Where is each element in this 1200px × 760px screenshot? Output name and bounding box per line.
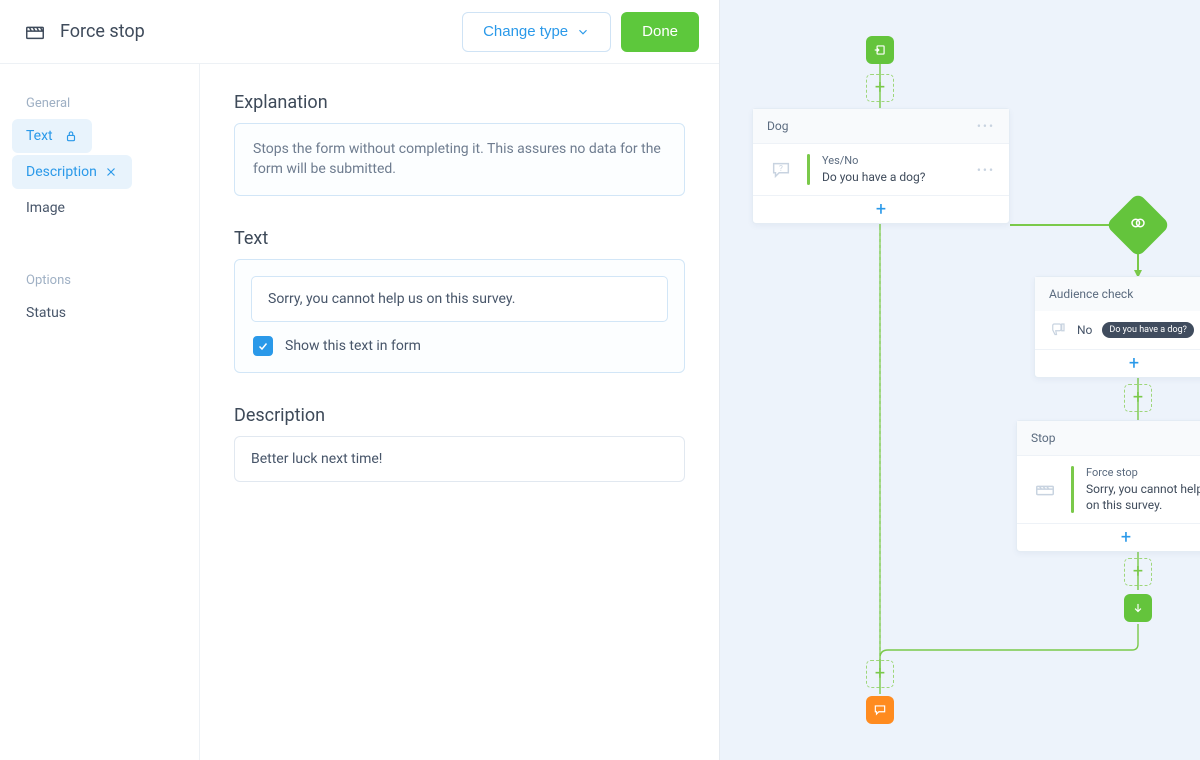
accent-line: [1071, 466, 1074, 513]
more-icon[interactable]: •••: [977, 163, 995, 177]
editor-content: Explanation Stops the form without compl…: [200, 64, 719, 760]
flow-canvas[interactable]: + Dog ••• ? Yes/No Do you have a dog? ••…: [720, 0, 1200, 760]
flow-node-body[interactable]: Force stop Sorry, you cannot help us on …: [1017, 456, 1200, 523]
thumbs-down-icon: [1049, 321, 1067, 339]
change-type-button[interactable]: Change type: [462, 12, 611, 52]
more-icon[interactable]: •••: [977, 119, 995, 133]
explanation-label: Explanation: [234, 92, 685, 113]
sidebar-item-label: Status: [26, 305, 66, 321]
sidebar-group-options: Options: [12, 265, 187, 296]
flow-node-body[interactable]: ? Yes/No Do you have a dog? •••: [753, 144, 1009, 195]
flow-add-slot[interactable]: +: [866, 660, 894, 688]
flow-node-type: Yes/No: [822, 154, 965, 169]
editor-header: Force stop Change type Done: [0, 0, 719, 64]
plus-icon: +: [875, 79, 885, 97]
flow-end-node[interactable]: [866, 696, 894, 724]
text-label: Text: [234, 228, 685, 249]
flow-node-add[interactable]: +: [1017, 523, 1200, 551]
page-title: Force stop: [60, 21, 462, 42]
condition-pill: Do you have a dog?: [1102, 322, 1194, 338]
done-button[interactable]: Done: [621, 12, 699, 52]
chevron-down-icon: [576, 25, 590, 39]
plus-icon: +: [876, 201, 886, 219]
flow-start-node[interactable]: [866, 36, 894, 64]
close-icon[interactable]: [104, 165, 118, 179]
flow-node-add[interactable]: +: [753, 195, 1009, 223]
sidebar-item-label: Text: [26, 128, 53, 144]
condition-no-label: No: [1077, 323, 1092, 337]
flow-add-slot[interactable]: +: [1124, 558, 1152, 586]
change-type-label: Change type: [483, 23, 568, 40]
show-in-form-label: Show this text in form: [285, 338, 421, 354]
checkbox-checked-icon[interactable]: [253, 336, 273, 356]
flow-node-title: Dog: [767, 119, 788, 133]
description-input[interactable]: Better luck next time!: [234, 436, 685, 482]
flow-node-title: Stop: [1031, 431, 1056, 445]
sidebar-item-label: Description: [26, 164, 97, 180]
svg-text:?: ?: [779, 163, 783, 173]
branch-icon: [1129, 214, 1147, 236]
explanation-card: Stops the form without completing it. Th…: [234, 123, 685, 196]
sidebar-item-label: Image: [26, 200, 65, 216]
flow-continue-node[interactable]: [1124, 594, 1152, 622]
app-root: Force stop Change type Done General Text…: [0, 0, 1200, 760]
flow-node-text: Force stop Sorry, you cannot help us on …: [1086, 466, 1200, 513]
flow-node-head: Stop: [1017, 421, 1200, 456]
flow-node-title: Audience check: [1049, 287, 1133, 301]
flow-add-slot[interactable]: +: [1124, 384, 1152, 412]
text-card: Sorry, you cannot help us on this survey…: [234, 259, 685, 373]
text-input[interactable]: Sorry, you cannot help us on this survey…: [251, 276, 668, 322]
arrow-down-icon: [1131, 601, 1145, 615]
show-in-form-row[interactable]: Show this text in form: [251, 336, 668, 356]
flow-condition-row[interactable]: No Do you have a dog?: [1035, 311, 1200, 349]
flow-node-type: Force stop: [1086, 466, 1200, 481]
flow-node-head: Audience check: [1035, 277, 1200, 311]
sidebar-item-text[interactable]: Text: [12, 119, 92, 153]
editor-pane: Force stop Change type Done General Text…: [0, 0, 720, 760]
lock-icon: [64, 129, 78, 143]
editor-sidebar: General Text Description Image Options S…: [0, 64, 200, 760]
done-label: Done: [642, 23, 678, 40]
flow-node-add[interactable]: +: [1035, 349, 1200, 377]
flow-node-question: Do you have a dog?: [822, 169, 965, 185]
flow-node-stop[interactable]: Stop Force stop Sorry, you cannot help u…: [1016, 420, 1200, 552]
sidebar-item-status[interactable]: Status: [12, 296, 187, 330]
flow-node-text: Yes/No Do you have a dog?: [822, 154, 965, 185]
flow-node-head: Dog •••: [753, 109, 1009, 144]
explanation-text: Stops the form without completing it. Th…: [253, 140, 666, 179]
plus-icon: +: [1121, 529, 1131, 547]
barrier-icon: [1031, 479, 1059, 501]
sidebar-group-general: General: [12, 88, 187, 119]
speech-bubble-icon: [873, 703, 887, 717]
plus-icon: +: [1133, 389, 1143, 407]
sidebar-item-description[interactable]: Description: [12, 155, 132, 189]
flow-node-question: Sorry, you cannot help us on this survey…: [1086, 481, 1200, 513]
flow-add-slot[interactable]: +: [866, 74, 894, 102]
plus-icon: +: [875, 665, 885, 683]
flow-node-audience[interactable]: Audience check No Do you have a dog? +: [1034, 276, 1200, 378]
force-stop-icon: [24, 21, 46, 43]
speech-bubble-icon: ?: [767, 159, 795, 181]
editor-body: General Text Description Image Options S…: [0, 64, 719, 760]
plus-icon: +: [1133, 563, 1143, 581]
accent-line: [807, 154, 810, 185]
sidebar-item-image[interactable]: Image: [12, 191, 187, 225]
description-label: Description: [234, 405, 685, 426]
plus-icon: +: [1129, 355, 1139, 373]
flow-node-dog[interactable]: Dog ••• ? Yes/No Do you have a dog? ••• …: [752, 108, 1010, 224]
